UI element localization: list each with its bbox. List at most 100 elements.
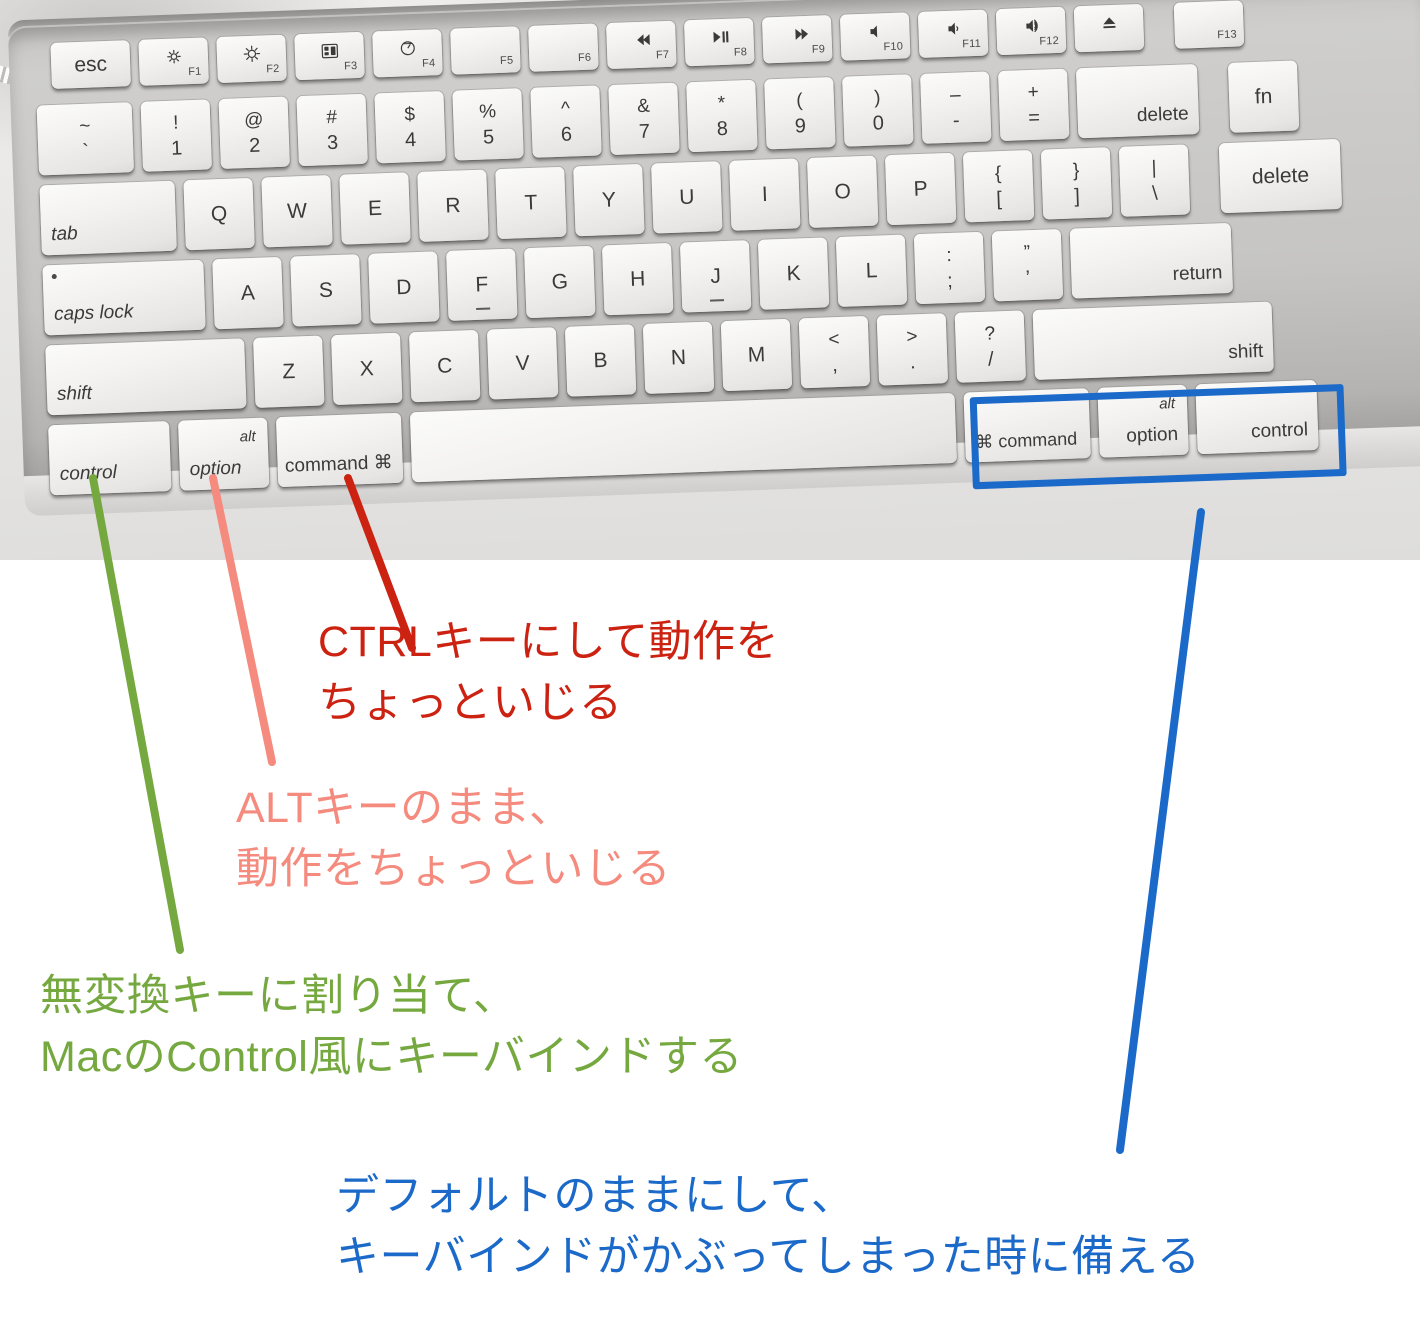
key-`[interactable]: ~ ` bbox=[36, 102, 135, 176]
key-F10[interactable]: F10 bbox=[839, 12, 911, 61]
key-eject-icon[interactable] bbox=[1073, 3, 1145, 53]
key-F6[interactable]: F6 bbox=[528, 23, 599, 72]
key-l[interactable]: L bbox=[835, 234, 908, 308]
key-z[interactable]: Z bbox=[253, 335, 325, 408]
key-a[interactable]: A bbox=[212, 256, 284, 330]
key-5[interactable]: % 5 bbox=[452, 88, 524, 161]
key-i[interactable]: I bbox=[729, 158, 801, 231]
key-esc[interactable]: esc bbox=[50, 40, 131, 89]
key-base-label: ] bbox=[1073, 185, 1081, 208]
key-shift-label: ~ bbox=[78, 115, 91, 138]
key-F12[interactable]: F12 bbox=[995, 6, 1067, 56]
key-shift-label: ” bbox=[1023, 242, 1031, 264]
key-label: Q bbox=[210, 202, 228, 226]
key-label: G bbox=[551, 270, 569, 294]
key-delete[interactable]: delete bbox=[1075, 64, 1200, 139]
key-label: V bbox=[515, 351, 531, 376]
key-shift-right[interactable]: shift bbox=[1032, 301, 1274, 381]
key-x[interactable]: X bbox=[331, 332, 403, 406]
key-j[interactable]: J bbox=[679, 240, 752, 313]
key-caps-lock[interactable]: caps lock bbox=[42, 259, 206, 336]
key-tab[interactable]: tab bbox=[39, 180, 177, 256]
key-bracket[interactable]: | \ bbox=[1118, 144, 1191, 217]
key-3[interactable]: #3 bbox=[296, 93, 368, 167]
key-0[interactable]: ) 0 bbox=[842, 74, 914, 147]
key-F5[interactable]: F5 bbox=[450, 26, 521, 75]
key-u[interactable]: U bbox=[651, 161, 723, 234]
key-base-label: 3 bbox=[326, 131, 339, 155]
key-n[interactable]: N bbox=[642, 321, 715, 394]
key-s[interactable]: S bbox=[290, 254, 362, 327]
key-label: caps lock bbox=[53, 301, 134, 326]
key-F1[interactable]: F1 bbox=[138, 37, 209, 86]
key-bracket[interactable]: {[ bbox=[962, 149, 1035, 223]
key-g[interactable]: G bbox=[524, 245, 596, 319]
key-F8[interactable]: F8 bbox=[683, 17, 755, 67]
key-F13[interactable]: F13 bbox=[1173, 0, 1245, 49]
dashboard-icon bbox=[400, 41, 415, 56]
key-o[interactable]: O bbox=[806, 155, 879, 228]
key-F9[interactable]: F9 bbox=[761, 15, 833, 64]
key-F2[interactable]: F2 bbox=[216, 34, 287, 84]
key-7[interactable]: & 7 bbox=[608, 82, 680, 156]
key-t[interactable]: T bbox=[495, 166, 567, 240]
key-return[interactable]: return bbox=[1069, 222, 1234, 299]
key-9[interactable]: (9 bbox=[764, 77, 836, 150]
key-label: E bbox=[367, 196, 383, 221]
key-shift-label: – bbox=[949, 84, 961, 106]
key-base-label: 2 bbox=[248, 134, 261, 157]
key-command-left[interactable]: command ⌘ bbox=[275, 412, 404, 488]
key-label: A bbox=[240, 281, 256, 305]
key-r[interactable]: R bbox=[417, 169, 489, 242]
key-punct[interactable]: >. bbox=[876, 313, 949, 386]
fn-label: F6 bbox=[577, 51, 592, 65]
key--[interactable]: – - bbox=[920, 71, 992, 144]
key-m[interactable]: M bbox=[720, 318, 793, 392]
key-p[interactable]: P bbox=[884, 152, 957, 226]
key-alt-label: alt bbox=[239, 427, 256, 446]
key-label: I bbox=[761, 182, 769, 207]
key-c[interactable]: C bbox=[408, 329, 481, 403]
key-forward-delete[interactable]: delete bbox=[1218, 138, 1343, 214]
key-label: U bbox=[678, 185, 695, 210]
key-base-label: - bbox=[952, 109, 960, 132]
key-b[interactable]: B bbox=[564, 324, 637, 397]
key-punct[interactable]: ? / bbox=[954, 310, 1027, 383]
key-6[interactable]: ^ 6 bbox=[530, 85, 602, 158]
key-base-label: / bbox=[987, 348, 994, 371]
key-shift-label: + bbox=[1027, 81, 1040, 104]
key-y[interactable]: Y bbox=[573, 163, 645, 237]
key-option-left[interactable]: alt option bbox=[177, 417, 270, 491]
fn-label: F8 bbox=[733, 46, 748, 59]
key-F11[interactable]: F11 bbox=[917, 9, 989, 58]
key-punct[interactable]: ”’ bbox=[991, 229, 1064, 302]
key-F7[interactable]: F7 bbox=[606, 20, 677, 70]
key-2[interactable]: @2 bbox=[218, 96, 290, 170]
key-k[interactable]: K bbox=[757, 237, 830, 310]
key-punct[interactable]: :; bbox=[913, 231, 986, 305]
key-shift-label: # bbox=[326, 106, 338, 129]
key-4[interactable]: $4 bbox=[374, 90, 446, 164]
key-label: R bbox=[444, 193, 461, 218]
key-h[interactable]: H bbox=[601, 242, 674, 316]
key-shift-left[interactable]: shift bbox=[45, 338, 247, 416]
key-F3[interactable]: F3 bbox=[294, 31, 365, 81]
key-e[interactable]: E bbox=[339, 172, 411, 245]
key-d[interactable]: D bbox=[368, 251, 440, 324]
key-shift-label: ) bbox=[873, 87, 881, 109]
key-bracket[interactable]: }] bbox=[1040, 147, 1113, 220]
key-=[interactable]: + = bbox=[997, 68, 1070, 142]
key-F4[interactable]: F4 bbox=[372, 29, 443, 78]
key-shift-label: & bbox=[636, 95, 651, 118]
key-f[interactable]: F bbox=[446, 248, 518, 321]
key-q[interactable]: Q bbox=[183, 177, 255, 251]
key-w[interactable]: W bbox=[261, 175, 333, 248]
key-v[interactable]: V bbox=[486, 327, 559, 400]
key-punct[interactable]: <, bbox=[798, 315, 871, 389]
key-8[interactable]: * 8 bbox=[686, 79, 758, 153]
key-control-left[interactable]: control bbox=[48, 421, 172, 496]
key-label: H bbox=[629, 267, 646, 291]
key-1[interactable]: ! 1 bbox=[140, 99, 213, 172]
key-fn[interactable]: fn bbox=[1227, 60, 1300, 133]
key-label: Z bbox=[281, 359, 296, 384]
